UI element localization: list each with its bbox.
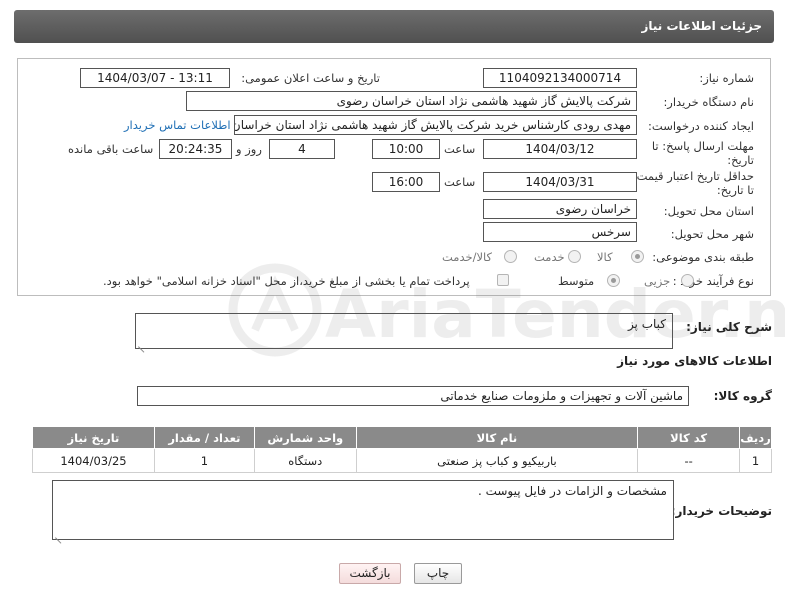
delivery-city-label: شهر محل تحویل: [670,227,754,241]
buyer-notes-textarea[interactable]: مشخصات و الزامات در فایل پیوست . [52,480,674,540]
process-radio-minor[interactable] [681,274,694,287]
response-time-field[interactable]: 10:00 [372,139,440,159]
goods-table-header: ردیف کد کالا نام کالا واحد شمارش تعداد /… [32,426,772,449]
col-item-code: کد کالا [637,426,741,449]
goods-table: ردیف کد کالا نام کالا واحد شمارش تعداد /… [32,426,772,473]
category-option-goods-service: کالا/خدمت [442,250,493,264]
print-button[interactable]: چاپ [414,563,462,584]
response-date-field[interactable]: 1404/03/12 [483,139,637,159]
cell-quantity: 1 [153,448,255,473]
page-header: جزئیات اطلاعات نیاز [14,10,774,43]
buyer-org-label: نام دستگاه خریدار: [663,95,754,109]
category-radio-goods[interactable] [631,250,644,263]
requester-label: ایجاد کننده درخواست: [648,119,754,133]
response-deadline-label: مهلت ارسال پاسخ: تا [651,139,754,153]
process-option-medium: متوسط [558,274,595,288]
col-unit: واحد شمارش [253,426,357,449]
general-description-label: شرح کلی نیاز: [686,320,772,334]
col-need-date: تاریخ نیاز [32,426,155,449]
delivery-province-label: استان محل تحویل: [663,204,754,218]
cell-unit: دستگاه [253,448,357,473]
general-description-textarea[interactable]: کباب پز [135,313,673,349]
buyer-notes-label: توضیحات خریدار: [670,504,772,518]
response-deadline-label-2: تاریخ: [727,153,754,167]
cell-item-code: -- [637,448,741,473]
category-radio-goods-service[interactable] [504,250,517,263]
col-quantity: تعداد / مقدار [153,426,255,449]
cell-item-name: باربیکیو و کباب پز صنعتی [355,448,639,473]
days-field[interactable]: 4 [269,139,335,159]
need-number-label: شماره نیاز: [699,71,754,85]
category-option-service: خدمت [534,250,565,264]
need-number-field[interactable]: 1104092134000714 [483,68,637,88]
days-label: روز و [236,142,262,156]
buyer-org-field[interactable]: شرکت پالایش گاز شهید هاشمی نژاد استان خر… [186,91,637,111]
page-title: جزئیات اطلاعات نیاز [641,19,762,33]
remaining-time-field[interactable]: 20:24:35 [159,139,232,159]
goods-section-title: اطلاعات کالاهای مورد نیاز [617,354,772,368]
back-button[interactable]: بازگشت [339,563,401,584]
goods-group-label: گروه کالا: [713,389,772,403]
col-row-number: ردیف [739,426,772,449]
requester-field[interactable]: مهدی رودی کارشناس خرید شرکت پالایش گاز ش… [234,115,637,135]
process-radio-medium[interactable] [607,274,620,287]
resize-handle-icon[interactable] [138,339,146,347]
treasury-payment-checkbox[interactable] [497,274,509,286]
price-validity-label: حداقل تاریخ اعتبار قیمت: [632,169,754,183]
price-validity-date-field[interactable]: 1404/03/31 [483,172,637,192]
category-radio-service[interactable] [568,250,581,263]
price-validity-time-label: ساعت [444,175,476,189]
announce-datetime-label: تاریخ و ساعت اعلان عمومی: [241,71,380,85]
category-label: طبقه بندی موضوعی: [652,250,754,264]
price-validity-label-2: تا تاریخ: [716,183,754,197]
delivery-city-field[interactable]: سرخس [483,222,637,242]
response-time-label: ساعت [444,142,476,156]
announce-datetime-field[interactable]: 1404/03/07 - 13:11 [80,68,230,88]
resize-handle-icon[interactable] [55,530,63,538]
cell-row-number: 1 [739,448,772,473]
details-panel: شماره نیاز: 1104092134000714 تاریخ و ساع… [17,58,771,296]
page: جزئیات اطلاعات نیاز شماره نیاز: 11040921… [0,0,788,598]
table-row[interactable]: 1 -- باربیکیو و کباب پز صنعتی دستگاه 1 1… [32,448,772,473]
process-option-minor: جزیی [644,274,671,288]
goods-group-field[interactable]: ماشین آلات و تجهیزات و ملزومات صنایع خدم… [137,386,689,406]
cell-need-date: 1404/03/25 [32,448,155,473]
buyer-contact-link[interactable]: اطلاعات تماس خریدار [124,118,231,132]
remaining-time-label: ساعت باقی مانده [68,142,154,156]
delivery-province-field[interactable]: خراسان رضوی [483,199,637,219]
treasury-payment-note: پرداخت تمام یا بخشی از مبلغ خرید،از محل … [103,274,470,288]
buyer-notes-text: مشخصات و الزامات در فایل پیوست . [477,484,667,498]
general-description-text: کباب پز [627,317,666,331]
price-validity-time-field[interactable]: 16:00 [372,172,440,192]
col-item-name: نام کالا [355,426,639,449]
category-option-goods: کالا [597,250,613,264]
